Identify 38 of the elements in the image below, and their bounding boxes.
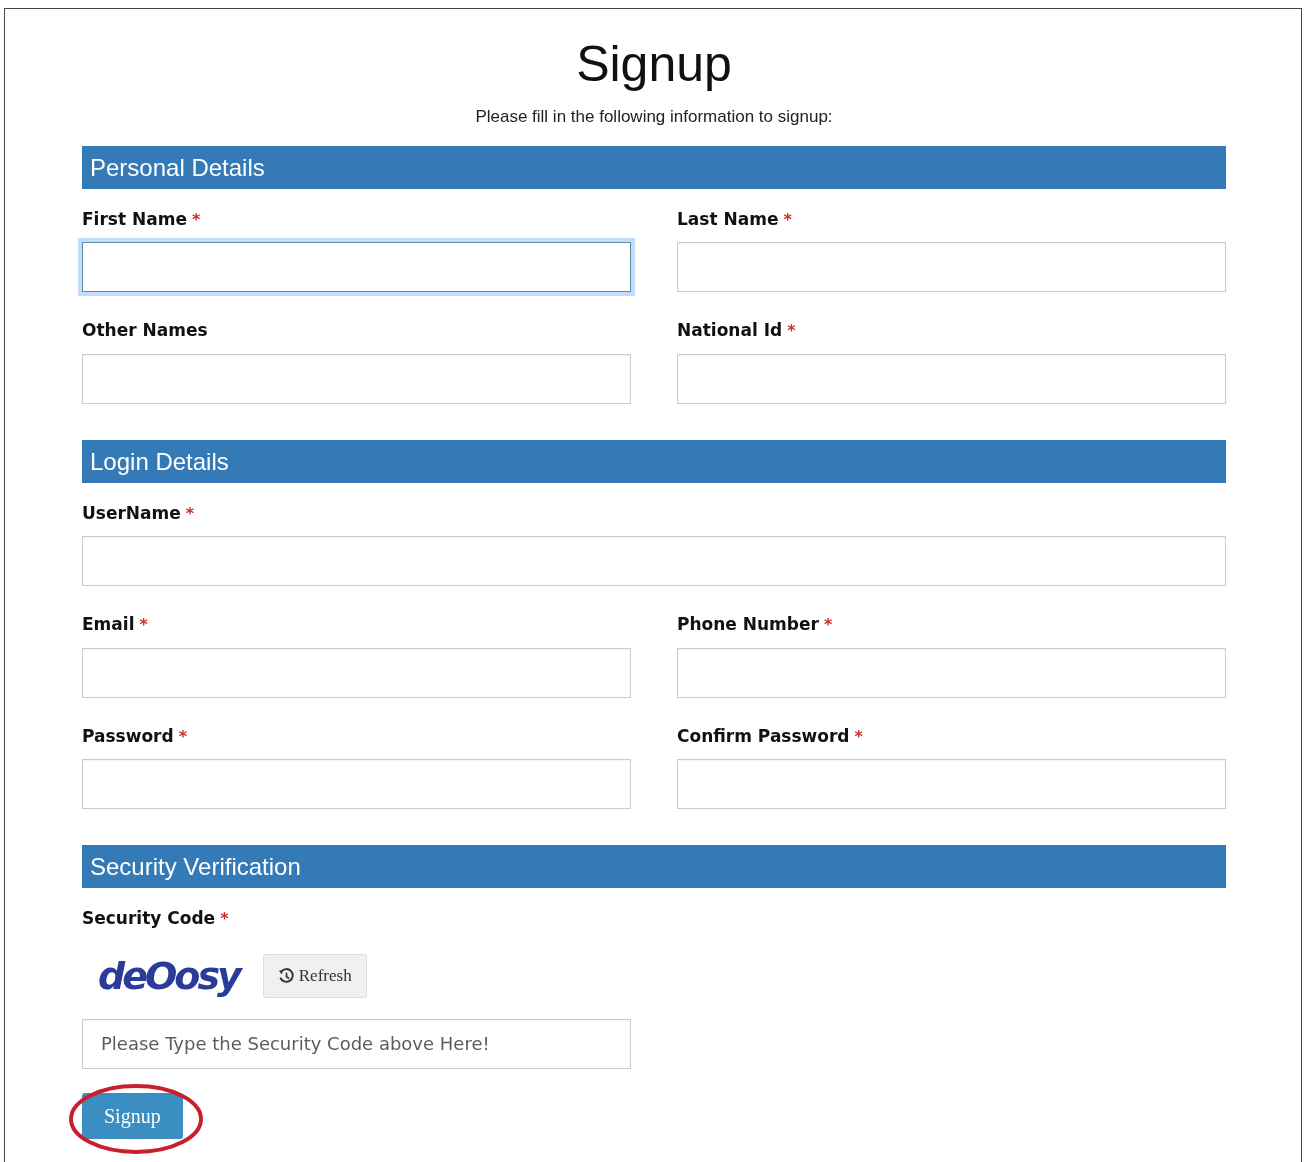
field-label: Other Names <box>82 319 208 342</box>
required-marker: * <box>783 209 792 229</box>
field-label: National Id <box>677 319 783 342</box>
required-marker: * <box>220 909 229 928</box>
field-label: Email <box>82 613 135 636</box>
field-label: UserName <box>82 501 181 525</box>
field-label: Last Name <box>677 207 779 231</box>
field-label: First Name <box>82 207 187 231</box>
required-marker: * <box>787 321 796 340</box>
text-field[interactable] <box>677 759 1226 809</box>
section-header: Login Details <box>82 439 1226 483</box>
field-label: Confirm Password <box>677 724 850 748</box>
required-marker: * <box>139 615 148 634</box>
text-field[interactable] <box>677 647 1226 698</box>
form-instructions: Please fill in the following information to signup: <box>474 106 834 128</box>
text-field[interactable] <box>82 647 631 698</box>
field-label: Security Code <box>82 907 216 930</box>
section-header: Security Verification <box>82 845 1226 888</box>
security-code-field[interactable]: Please Type the Security Code above Here! <box>82 1018 631 1069</box>
signup-button[interactable]: Signup <box>82 1092 183 1139</box>
required-marker: * <box>178 726 188 746</box>
field-label: Phone Number <box>677 613 819 636</box>
history-icon <box>277 967 295 985</box>
captcha-code: deOosy <box>98 952 239 1000</box>
text-field[interactable] <box>82 759 631 809</box>
required-marker: * <box>185 503 195 523</box>
required-marker: * <box>191 209 201 229</box>
section-header: Personal Details <box>82 145 1226 189</box>
text-field[interactable] <box>677 353 1226 404</box>
required-marker: * <box>854 726 863 746</box>
text-field[interactable] <box>677 242 1226 292</box>
text-field[interactable] <box>82 536 1226 586</box>
refresh-button[interactable]: Refresh <box>262 954 367 998</box>
required-marker: * <box>823 615 833 634</box>
page-title: Signup <box>575 37 733 92</box>
field-label: Password <box>82 724 174 748</box>
text-field[interactable] <box>82 242 631 292</box>
text-field[interactable] <box>82 353 631 404</box>
